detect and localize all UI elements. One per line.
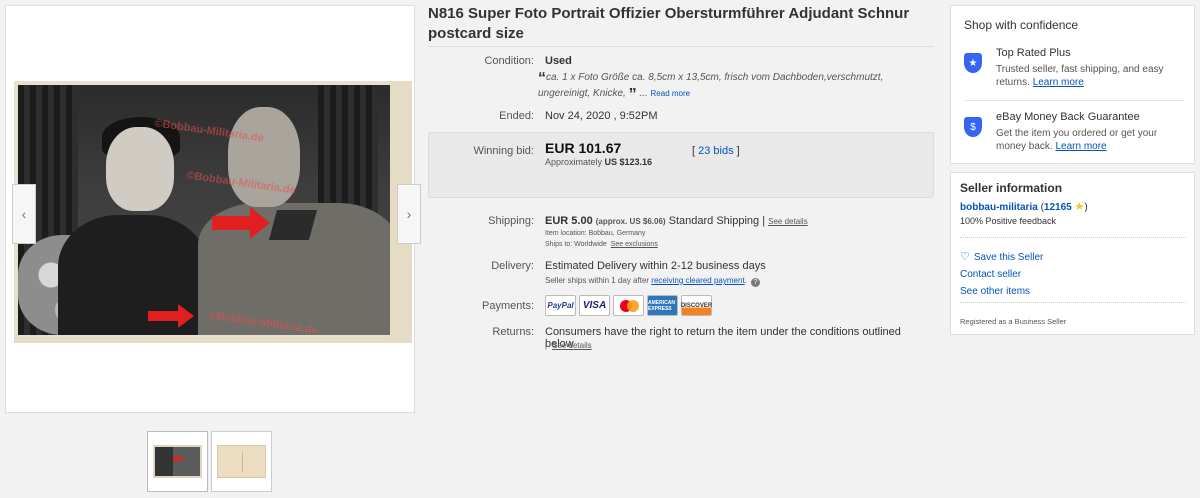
top-rated-text: Trusted seller, fast shipping, and easy …: [996, 63, 1186, 89]
discover-icon: DISCOVER: [681, 295, 712, 316]
visa-icon: VISA: [579, 295, 610, 316]
winning-bid-box: [428, 132, 934, 198]
divider: [428, 46, 934, 47]
thumbnail-photo-back: [217, 445, 266, 478]
money-back-shield-icon: $: [964, 117, 982, 137]
thumbnail-strip: [147, 431, 272, 492]
condition-value: Used: [545, 55, 572, 67]
next-image-button[interactable]: ›: [397, 184, 421, 244]
divider: [960, 302, 1186, 303]
winning-bid-price: EUR 101.67: [545, 140, 622, 156]
delivery-label: Delivery:: [491, 260, 534, 272]
contact-seller-link[interactable]: Contact seller: [960, 269, 1021, 280]
bid-count: [ 23 bids ]: [692, 145, 740, 157]
cleared-payment-link[interactable]: receiving cleared payment: [651, 276, 744, 285]
positive-feedback: 100% Positive feedback: [960, 216, 1057, 226]
see-other-items-link[interactable]: See other items: [960, 286, 1030, 297]
money-back-text: Get the item you ordered or get your mon…: [996, 127, 1186, 153]
returns-bar: |: [545, 341, 548, 350]
description-text: ca. 1 x Foto Größe ca. 8,5cm x 13,5cm, f…: [538, 72, 884, 99]
shipping-see-details-link[interactable]: See details: [768, 217, 808, 226]
chevron-left-icon: ‹: [21, 206, 27, 222]
woman-face: [106, 127, 174, 211]
previous-image-button[interactable]: ‹: [12, 184, 36, 244]
payment-methods: PayPal VISA AMERICAN EXPRESS DISCOVER: [545, 295, 712, 316]
image-gallery: ©Bobbau-Militaria.de ©Bobbau-Militaria.d…: [5, 5, 421, 413]
shipping-approx: (approx. US $6.06): [595, 217, 666, 226]
returns-details: | See details: [545, 341, 592, 350]
officer-collar: [268, 210, 318, 240]
ended-label: Ended:: [499, 110, 534, 122]
open-quote: “: [538, 70, 546, 87]
money-back-learn-more-link[interactable]: Learn more: [1055, 141, 1106, 152]
seller-info-title: Seller information: [960, 181, 1063, 195]
photo-content: ©Bobbau-Militaria.de ©Bobbau-Militaria.d…: [18, 85, 392, 335]
photo-paper-edge: [14, 337, 412, 343]
condition-description: “ca. 1 x Foto Größe ca. 8,5cm x 13,5cm, …: [538, 70, 923, 103]
ellipsis: ...: [636, 88, 651, 99]
chevron-right-icon: ›: [406, 206, 412, 222]
top-rated-badge-icon: ★: [964, 53, 982, 73]
see-exclusions-link[interactable]: See exclusions: [611, 241, 658, 248]
item-title: N816 Super Foto Portrait Offizier Oberst…: [428, 5, 910, 42]
shipping-value: EUR 5.00 (approx. US $6.06) Standard Shi…: [545, 215, 808, 227]
ships-to-text: Ships to: Worldwide: [545, 241, 607, 248]
bracket-close: ]: [733, 145, 740, 157]
returns-see-details-link[interactable]: See details: [552, 341, 592, 350]
business-seller-note: Registered as a Business Seller: [960, 317, 1067, 326]
payments-label: Payments:: [482, 300, 534, 312]
shop-with-confidence-panel: Shop with confidence ★ Top Rated Plus Tr…: [950, 5, 1195, 164]
seller-name-link[interactable]: bobbau-militaria: [960, 202, 1038, 213]
save-seller-button[interactable]: ♡ Save this Seller: [960, 250, 1043, 263]
divider: [960, 237, 1186, 238]
delivery-handling-note: Seller ships within 1 day after receivin…: [545, 276, 760, 287]
thumbnail-2[interactable]: [211, 431, 272, 492]
amex-icon: AMERICAN EXPRESS: [647, 295, 678, 316]
top-rated-learn-more-link[interactable]: Learn more: [1033, 77, 1084, 88]
heart-icon: ♡: [960, 251, 970, 263]
shipping-price: EUR 5.00: [545, 215, 593, 227]
money-back-heading: eBay Money Back Guarantee: [996, 111, 1140, 123]
winning-bid-label: Winning bid:: [473, 145, 534, 157]
red-arrow-collar: [212, 207, 270, 239]
shipping-method: Standard Shipping |: [665, 215, 769, 227]
confidence-title: Shop with confidence: [964, 18, 1079, 32]
seller-identity: bobbau-militaria (12165 ★): [960, 200, 1088, 213]
approximate-price: Approximately US $123.16: [545, 157, 652, 167]
thumbnail-photo-front: [153, 445, 202, 478]
read-more-link[interactable]: Read more: [651, 89, 691, 98]
divider: [964, 100, 1184, 101]
close-quote: ”: [628, 86, 637, 103]
save-seller-label: Save this Seller: [973, 252, 1044, 263]
bid-history-link[interactable]: 23 bids: [698, 145, 733, 157]
delivery-sub-text: Seller ships within 1 day after: [545, 276, 652, 285]
ships-to: Ships to: Worldwide See exclusions: [545, 241, 658, 248]
mastercard-icon: [613, 295, 644, 316]
ended-value: Nov 24, 2020 , 9:52PM: [545, 110, 658, 122]
approx-prefix: Approximately: [545, 157, 605, 167]
approx-value: US $123.16: [604, 157, 653, 167]
main-product-photo[interactable]: ©Bobbau-Militaria.de ©Bobbau-Militaria.d…: [14, 81, 412, 343]
returns-value: Consumers have the right to return the i…: [545, 326, 901, 350]
delivery-sub-suffix: .: [744, 276, 747, 285]
thumbnail-1[interactable]: [147, 431, 208, 492]
item-location: Item location: Bobbau, Germany: [545, 230, 646, 237]
feedback-score-link[interactable]: 12165: [1044, 202, 1072, 213]
shipping-label: Shipping:: [488, 215, 534, 227]
info-icon[interactable]: ?: [750, 278, 760, 287]
condition-label: Condition:: [484, 55, 534, 67]
top-rated-heading: Top Rated Plus: [996, 47, 1071, 59]
delivery-value: Estimated Delivery within 2-12 business …: [545, 260, 766, 272]
seller-information-panel: Seller information bobbau-militaria (121…: [950, 172, 1195, 335]
red-arrow-cord: [148, 304, 194, 328]
paypal-icon: PayPal: [545, 295, 576, 316]
returns-label: Returns:: [492, 326, 534, 338]
star-icon: ★: [1074, 201, 1085, 213]
feedback-close: ): [1084, 202, 1088, 213]
